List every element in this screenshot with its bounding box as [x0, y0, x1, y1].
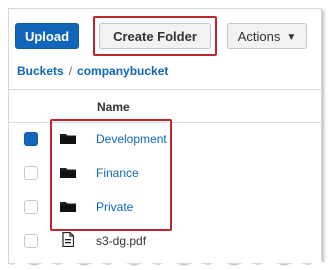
chevron-down-icon: ▼: [286, 32, 297, 43]
table-row[interactable]: Private: [9, 191, 321, 225]
row-name-text[interactable]: s3-dg.pdf: [96, 234, 146, 248]
table-row[interactable]: Finance: [9, 157, 321, 191]
create-folder-button[interactable]: Create Folder: [99, 23, 211, 49]
breadcrumb: Buckets / companybucket: [17, 64, 168, 78]
table-header: Name: [9, 89, 321, 123]
table-row[interactable]: Development: [9, 123, 321, 157]
folder-icon: [60, 202, 76, 212]
breadcrumb-separator: /: [68, 64, 73, 78]
create-folder-button-label: Create Folder: [113, 29, 197, 44]
breadcrumb-current-bucket[interactable]: companybucket: [77, 64, 168, 78]
row-checkbox[interactable]: [24, 166, 38, 180]
actions-button-label: Actions: [237, 29, 281, 44]
row-checkbox[interactable]: [24, 234, 38, 248]
row-checkbox[interactable]: [24, 132, 38, 146]
toolbar: Upload Create Folder Actions ▼: [9, 9, 321, 67]
s3-console-panel: Upload Create Folder Actions ▼ Buckets / co…: [8, 8, 322, 264]
document-icon: [62, 232, 74, 247]
folder-icon: [60, 134, 76, 144]
table-row[interactable]: s3-dg.pdf: [9, 225, 321, 259]
torn-edge-decoration: [0, 261, 328, 270]
actions-dropdown-button[interactable]: Actions ▼: [227, 23, 307, 49]
upload-button[interactable]: Upload: [15, 23, 79, 49]
row-name-link[interactable]: Private: [96, 200, 133, 214]
column-header-name[interactable]: Name: [97, 100, 130, 114]
row-checkbox[interactable]: [24, 200, 38, 214]
folder-icon: [60, 168, 76, 178]
breadcrumb-buckets-link[interactable]: Buckets: [17, 64, 64, 78]
row-name-link[interactable]: Finance: [96, 166, 139, 180]
row-name-link[interactable]: Development: [96, 132, 167, 146]
upload-button-label: Upload: [24, 29, 70, 44]
